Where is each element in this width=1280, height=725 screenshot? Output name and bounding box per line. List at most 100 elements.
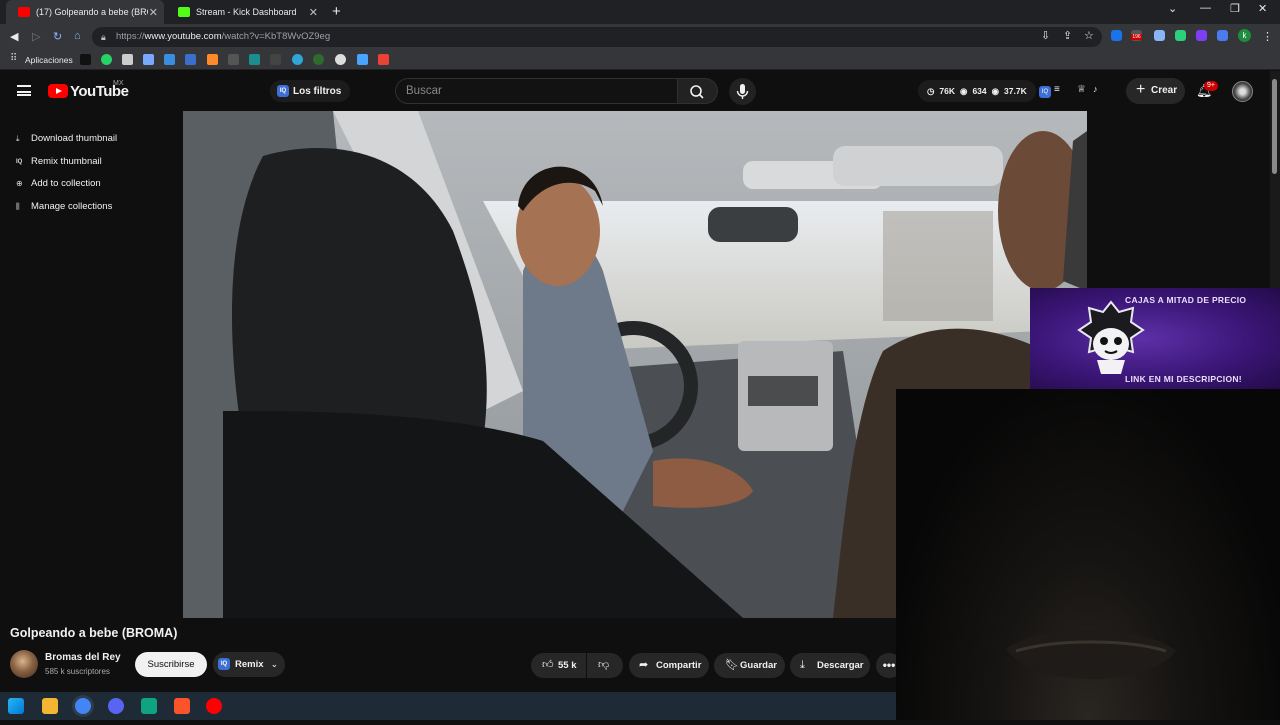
bookmark-icon[interactable] [270,54,281,65]
windows-start-icon[interactable] [8,698,24,714]
add-collection-icon: ⊕ [16,179,23,188]
trophy-icon[interactable]: ♕ [1077,84,1086,95]
minimize-button[interactable]: — [1200,2,1211,14]
profile-avatar[interactable]: k [1238,29,1251,42]
extension-green-icon[interactable] [1175,30,1186,41]
remix-button[interactable]: IQ Remix ⌄ [213,652,285,677]
bell-small-icon[interactable]: ♪ [1093,84,1098,94]
extension-downloads-icon[interactable]: 196 [1131,30,1142,41]
promo-link-text: LINK EN MI DESCRIPCION! [1125,374,1242,384]
bookmark-icon[interactable] [122,54,133,65]
dislike-button[interactable]: 👎︎ [587,653,623,678]
bookmark-icon[interactable] [185,54,196,65]
bookmark-icon[interactable] [292,54,303,65]
bookmark-icon[interactable] [143,54,154,65]
bookmark-icon[interactable] [357,54,368,65]
close-tab-icon[interactable]: ✕ [309,6,318,19]
tab-search-icon[interactable]: ⌄ [1168,2,1177,15]
download-label: Descargar [817,660,864,671]
browser-tab-bar: (17) Golpeando a bebe (BROMA) ✕ Stream -… [0,0,1280,24]
apps-grid-icon[interactable]: ⠿ [10,53,17,64]
browser-menu-icon[interactable]: ⋮ [1262,30,1273,43]
url-host: www.youtube.com [144,31,222,42]
download-button[interactable]: ⤓ Descargar [790,653,870,678]
extension-blue-icon[interactable] [1217,30,1228,41]
list-icon[interactable]: ≡ [1054,84,1060,95]
whatsapp-icon[interactable] [101,54,112,65]
bookmark-icon[interactable] [335,54,346,65]
page-scrollbar[interactable] [1270,71,1280,288]
share-icon[interactable]: ⇪ [1063,29,1072,42]
subscribe-button[interactable]: Suscribirse [135,652,207,677]
bookmark-star-icon[interactable]: ☆ [1084,29,1094,42]
chatgpt-icon[interactable] [141,698,157,714]
restore-button[interactable]: ❐ [1230,2,1240,15]
download-icon: ⤓ [800,659,805,671]
kick-favicon [178,7,190,17]
like-button[interactable]: 👍︎ 55 k [531,653,586,678]
bookmark-icon[interactable] [207,54,218,65]
youtube-logo-icon[interactable] [48,84,68,98]
gmail-icon[interactable] [378,54,389,65]
menu-item-label: Add to collection [31,178,101,189]
eye-icon: ◉ [960,85,968,96]
extension-puzzle-icon[interactable] [1111,30,1122,41]
voice-search-button[interactable] [729,78,756,105]
brave-icon[interactable] [174,698,190,714]
share-button[interactable]: ➦ Compartir [629,653,709,678]
hamburger-menu-icon[interactable] [17,85,31,96]
extensions-icon[interactable] [1154,30,1165,41]
windows-taskbar [0,692,896,720]
channel-name[interactable]: Bromas del Rey [45,652,121,663]
menu-item-add-to-collection[interactable]: ⊕ Add to collection [6,173,126,196]
close-window-button[interactable]: ✕ [1258,2,1267,15]
thumbs-down-icon: 👎︎ [598,659,610,671]
download-icon: ⤓ [16,134,20,143]
menu-item-remix-thumbnail[interactable]: IQ Remix thumbnail [6,151,126,174]
bookmark-icon[interactable] [313,54,324,65]
filters-button[interactable]: IQ Los filtros [270,80,351,102]
subscriber-count: 585 k suscriptores [45,667,110,676]
new-tab-button[interactable]: + [332,3,341,20]
back-icon[interactable]: ◀ [10,30,18,43]
home-icon[interactable]: ⌂ [74,30,81,42]
search-button[interactable] [678,78,718,104]
file-explorer-icon[interactable] [42,698,58,714]
extension-purple-icon[interactable] [1196,30,1207,41]
filters-icon: IQ [277,85,289,97]
bookmarks-bar: ⠿ Aplicaciones [0,50,1280,70]
webcam-overlay [896,389,1280,720]
menu-item-label: Manage collections [31,200,113,212]
install-icon[interactable]: ⇩ [1041,29,1050,42]
stat-watch: 37.7K [1004,86,1027,96]
menu-item-manage-collections[interactable]: ⫼ Manage collections [6,196,126,219]
menu-item-download-thumbnail[interactable]: ⤓ Download thumbnail [6,128,126,151]
account-avatar[interactable] [1232,81,1253,102]
bookmark-icon[interactable] [249,54,260,65]
save-button[interactable]: 🔖︎ Guardar [714,653,785,678]
bookmark-icon[interactable] [164,54,175,65]
url-bar[interactable]: 🔒︎ https://www.youtube.com/watch?v=KbT8W… [92,27,1102,47]
menu-item-label: Download thumbnail [31,133,118,144]
forward-icon[interactable]: ▷ [32,30,40,43]
search-input[interactable]: Buscar [395,78,678,104]
menu-item-label: Remix thumbnail [31,155,102,167]
remix-label: Remix [235,659,264,670]
app-icon[interactable] [108,698,124,714]
extension-filter-icon[interactable]: IQ [1039,86,1051,98]
create-button[interactable]: Crear [1126,77,1185,104]
close-tab-icon[interactable]: ✕ [149,6,158,19]
save-label: Guardar [740,660,777,671]
chevron-down-icon[interactable]: ⌄ [271,652,278,677]
bookmark-icon[interactable] [80,54,91,65]
tab-youtube[interactable]: (17) Golpeando a bebe (BROMA) ✕ [6,0,164,24]
chrome-icon[interactable] [75,698,91,714]
youtube-app-icon[interactable] [206,698,222,714]
apps-label[interactable]: Aplicaciones [25,55,73,65]
channel-avatar[interactable] [10,650,38,678]
bookmark-icon[interactable] [228,54,239,65]
tab-kick[interactable]: Stream - Kick Dashboard ✕ [166,0,324,24]
stats-chip[interactable]: ◷ 76K ◉ 634 ◉ 37.7K [918,80,1036,102]
reload-icon[interactable]: ↻ [53,30,62,43]
filters-label: Los filtros [293,85,342,97]
